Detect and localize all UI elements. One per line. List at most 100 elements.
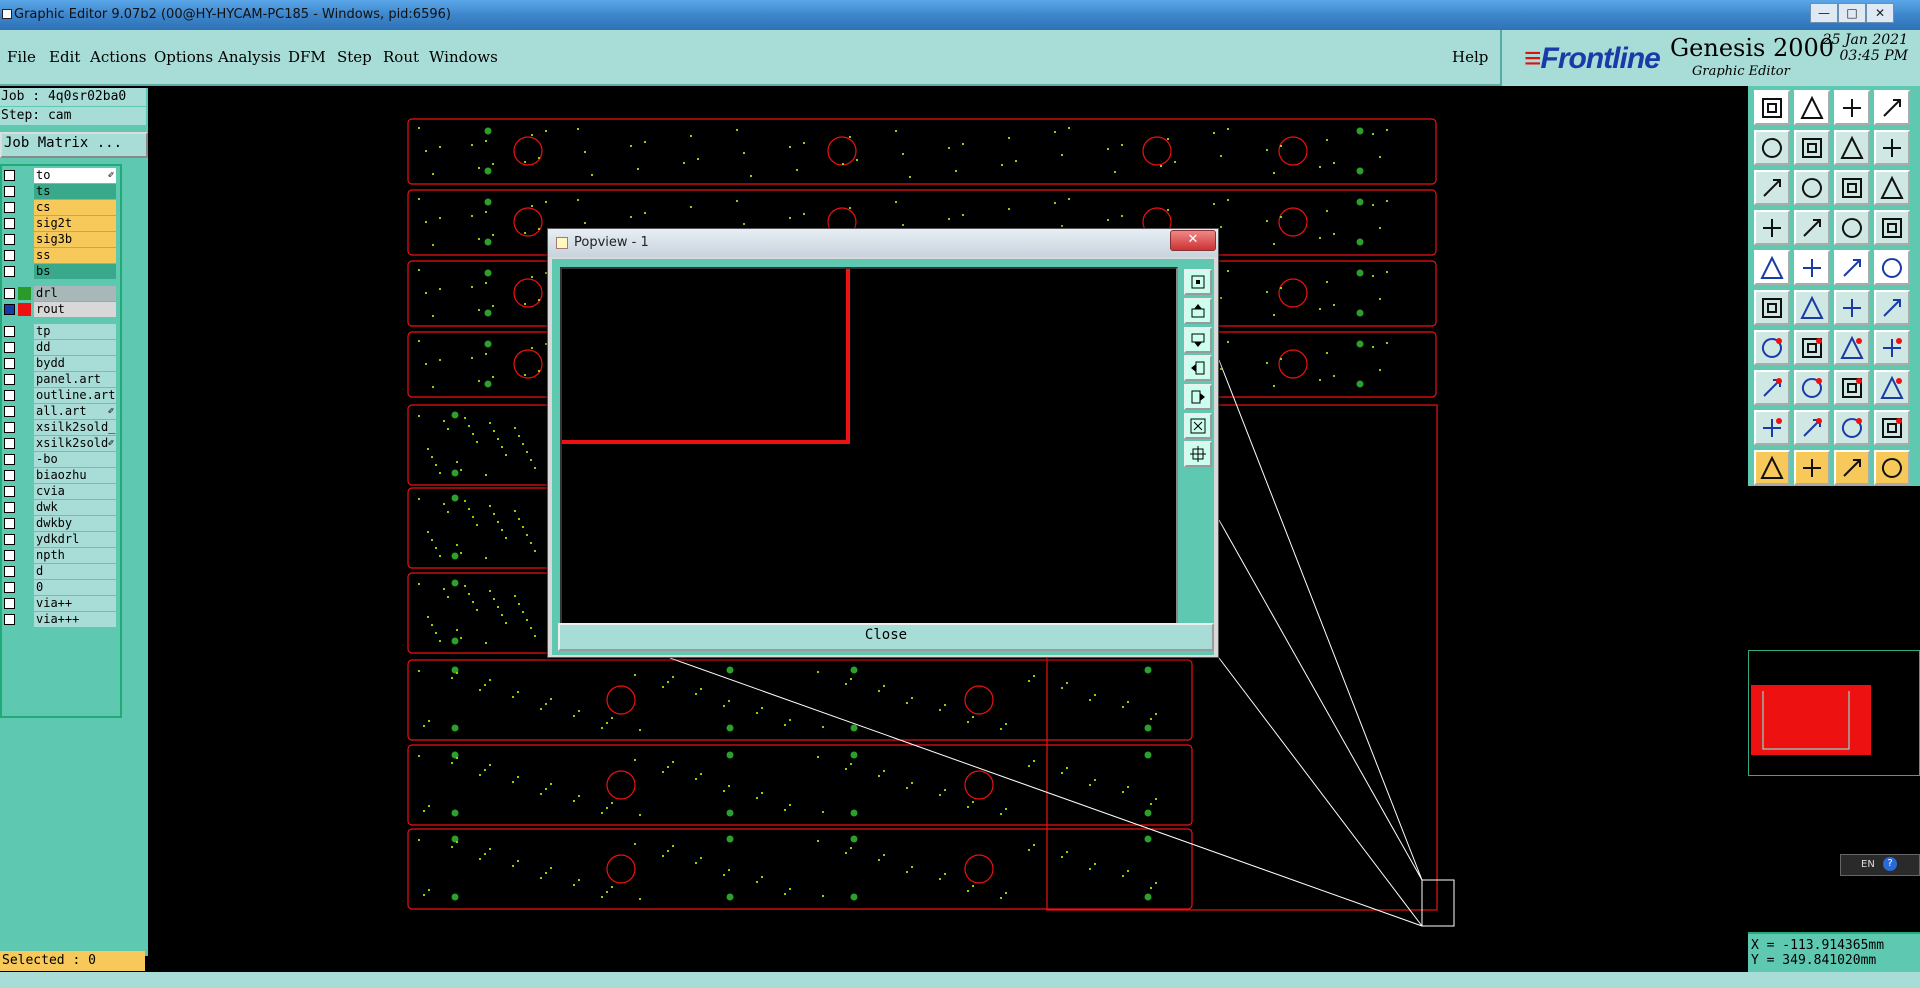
- layer-name[interactable]: to ✐: [34, 168, 116, 183]
- pan-right-icon[interactable]: [1794, 130, 1830, 165]
- pan-right-icon[interactable]: [1184, 384, 1212, 410]
- layer-row[interactable]: cvia: [2, 484, 118, 499]
- layer-checkbox[interactable]: [4, 250, 15, 261]
- pan-up-icon[interactable]: [1184, 298, 1212, 324]
- layer-row[interactable]: dwk: [2, 500, 118, 515]
- layer-checkbox[interactable]: [4, 566, 15, 577]
- help-query-icon[interactable]: [1874, 170, 1910, 205]
- menu-options[interactable]: Options: [154, 48, 213, 66]
- maximize-button[interactable]: □: [1838, 3, 1866, 23]
- drill-map-icon[interactable]: [1834, 210, 1870, 245]
- layer-name[interactable]: bydd: [34, 356, 116, 371]
- open-job-icon[interactable]: [1754, 90, 1790, 125]
- layer-row[interactable]: d: [2, 564, 118, 579]
- layer-checkbox[interactable]: [4, 326, 15, 337]
- layer-name[interactable]: dd: [34, 340, 116, 355]
- layer-name[interactable]: ts: [34, 184, 116, 199]
- layer-name[interactable]: cvia: [34, 484, 116, 499]
- layer-name[interactable]: all.art ✐: [34, 404, 116, 419]
- popview-canvas[interactable]: [560, 267, 1178, 625]
- triangle-a-icon[interactable]: [1754, 410, 1790, 445]
- zoom-home-icon[interactable]: [1184, 269, 1212, 295]
- layer-checkbox[interactable]: [4, 502, 15, 513]
- layer-row[interactable]: ss: [2, 248, 118, 263]
- scale-1-2-icon[interactable]: [1834, 170, 1870, 205]
- layer-checkbox[interactable]: [4, 614, 15, 625]
- layer-checkbox[interactable]: [4, 534, 15, 545]
- layer-row[interactable]: xsilk2sold ✐: [2, 436, 118, 451]
- select-area-icon[interactable]: [1834, 450, 1870, 485]
- layer-name[interactable]: xsilk2sold_l: [34, 420, 116, 435]
- slope-icon[interactable]: [1754, 330, 1790, 365]
- layer-row[interactable]: npth: [2, 548, 118, 563]
- layer-name[interactable]: outline.art: [34, 388, 116, 403]
- menu-actions[interactable]: Actions: [90, 48, 146, 66]
- pad-icon[interactable]: [1754, 250, 1790, 285]
- layer-checkbox[interactable]: [4, 342, 15, 353]
- job-matrix-button[interactable]: Job Matrix ...: [0, 132, 148, 158]
- layer-name[interactable]: panel.art: [34, 372, 116, 387]
- popview-close-x-button[interactable]: ✕: [1170, 230, 1216, 251]
- layer-row[interactable]: rout: [2, 302, 118, 317]
- layer-name[interactable]: dwk: [34, 500, 116, 515]
- layer-row[interactable]: drl: [2, 286, 118, 301]
- select-box-icon[interactable]: [1794, 450, 1830, 485]
- home-icon[interactable]: [1834, 90, 1870, 125]
- layer-checkbox[interactable]: [4, 374, 15, 385]
- layer-name[interactable]: drl: [34, 286, 116, 301]
- layer-checkbox[interactable]: [4, 358, 15, 369]
- triangle-d-icon[interactable]: [1874, 410, 1910, 445]
- layer-name[interactable]: tp: [34, 324, 116, 339]
- close-window-button[interactable]: ✕: [1866, 3, 1894, 23]
- menu-help[interactable]: Help: [1452, 48, 1488, 66]
- pan-left-icon[interactable]: [1754, 130, 1790, 165]
- display-icon[interactable]: [1874, 90, 1910, 125]
- triangle-b-icon[interactable]: [1794, 410, 1830, 445]
- layer-row[interactable]: bs: [2, 264, 118, 279]
- layer-checkbox[interactable]: [4, 454, 15, 465]
- group-icon[interactable]: [1874, 370, 1910, 405]
- zoom-in-icon[interactable]: [1184, 441, 1212, 467]
- layer-name[interactable]: rout: [34, 302, 116, 317]
- language-bar[interactable]: EN ?: [1840, 854, 1920, 876]
- layer-row[interactable]: all.art ✐: [2, 404, 118, 419]
- layer-row[interactable]: -bo: [2, 452, 118, 467]
- layer-name[interactable]: biaozhu: [34, 468, 116, 483]
- minimize-button[interactable]: —: [1810, 3, 1838, 23]
- layer-name[interactable]: via++: [34, 596, 116, 611]
- layer-checkbox[interactable]: [4, 406, 15, 417]
- menu-rout[interactable]: Rout: [383, 48, 419, 66]
- layer-name[interactable]: 0: [34, 580, 116, 595]
- zoom-fit-icon[interactable]: [1754, 170, 1790, 205]
- diagonal-icon[interactable]: [1794, 330, 1830, 365]
- layer-name[interactable]: dwkby: [34, 516, 116, 531]
- select-pointer-icon[interactable]: [1754, 450, 1790, 485]
- measure-icon[interactable]: [1754, 210, 1790, 245]
- layer-name[interactable]: cs: [34, 200, 116, 215]
- triangle-c-icon[interactable]: [1834, 410, 1870, 445]
- undo-icon[interactable]: [1834, 130, 1870, 165]
- layer-name[interactable]: xsilk2sold ✐: [34, 436, 116, 451]
- shape-icon[interactable]: [1794, 250, 1830, 285]
- route-map-icon[interactable]: [1874, 210, 1910, 245]
- layer-checkbox[interactable]: [4, 582, 15, 593]
- arc-icon[interactable]: [1834, 330, 1870, 365]
- line-icon[interactable]: [1834, 290, 1870, 325]
- layer-row[interactable]: sig3b: [2, 232, 118, 247]
- layer-name[interactable]: sig2t: [34, 216, 116, 231]
- zoom-fit-icon[interactable]: [1184, 413, 1212, 439]
- menu-file[interactable]: File: [7, 48, 36, 66]
- popview-titlebar[interactable]: Popview - 1 ✕: [548, 229, 1218, 257]
- layer-row[interactable]: via+++: [2, 612, 118, 627]
- layer-checkbox[interactable]: [4, 422, 15, 433]
- layer-name[interactable]: npth: [34, 548, 116, 563]
- layer-row[interactable]: dd: [2, 340, 118, 355]
- layer-row[interactable]: via++: [2, 596, 118, 611]
- grid-icon[interactable]: [1834, 370, 1870, 405]
- layer-row[interactable]: ts: [2, 184, 118, 199]
- layer-checkbox[interactable]: [4, 202, 15, 213]
- layer-checkbox[interactable]: [4, 288, 15, 299]
- layer-checkbox[interactable]: [4, 598, 15, 609]
- pan-down-icon[interactable]: [1184, 327, 1212, 353]
- circle-fill-icon[interactable]: [1874, 250, 1910, 285]
